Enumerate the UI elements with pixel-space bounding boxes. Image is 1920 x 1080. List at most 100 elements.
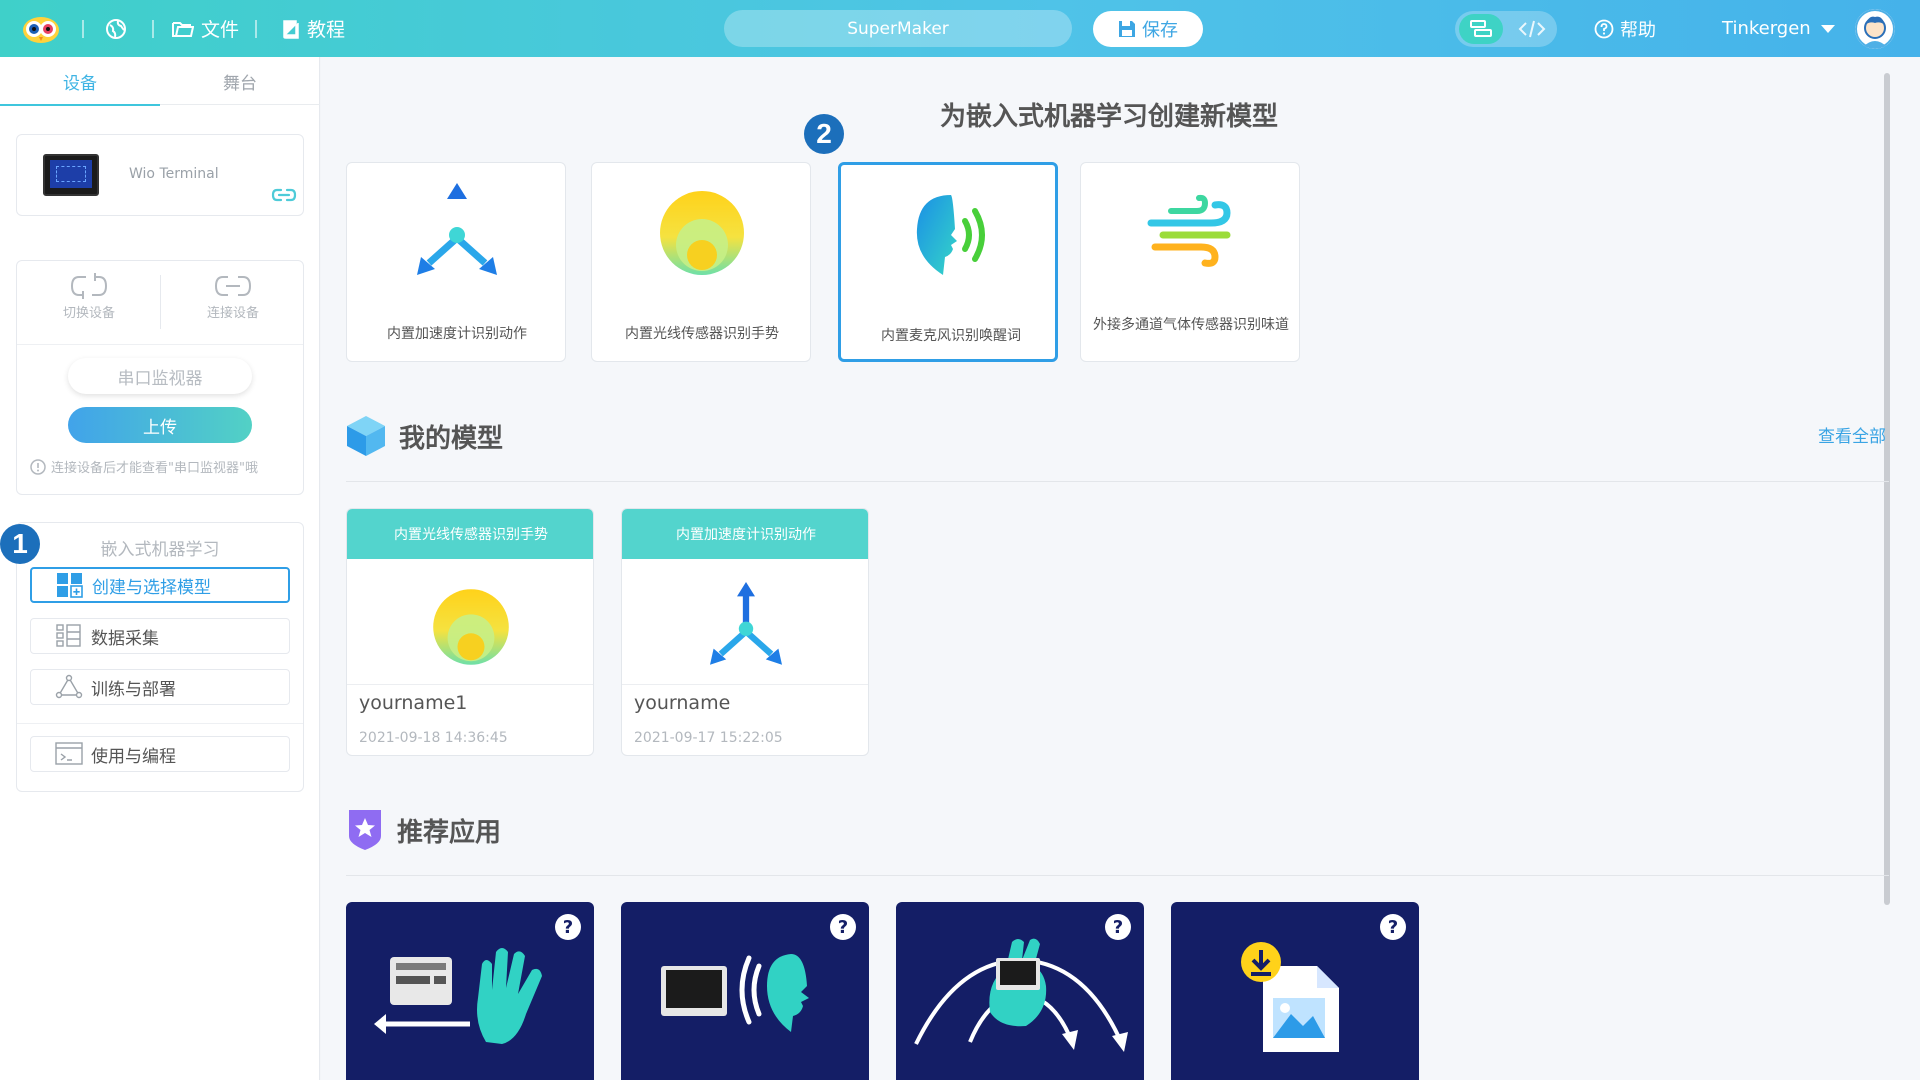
view-all-link[interactable]: 查看全部: [1818, 422, 1886, 447]
light-sensor-icon: [652, 183, 752, 283]
use-program-item[interactable]: 使用与编程: [30, 736, 290, 772]
serial-monitor-button[interactable]: 串口监视器: [68, 358, 252, 394]
star-badge-icon: [349, 810, 381, 850]
cube-icon: [347, 416, 385, 456]
top-bar: 文件 教程 SuperMaker 保存 帮助 Tinkergen: [0, 0, 1920, 57]
wio-terminal-image: [43, 154, 99, 196]
ops-hr: [17, 344, 303, 345]
template-label: 内置麦克风识别唤醒词: [881, 328, 1021, 344]
user-name-label: Tinkergen: [1722, 18, 1811, 39]
train-deploy-label: 训练与部署: [91, 679, 176, 700]
help-button[interactable]: 帮助: [1594, 0, 1656, 57]
code-mode-icon[interactable]: [1510, 14, 1554, 44]
section-divider: [346, 481, 1889, 482]
file-menu[interactable]: 文件: [172, 0, 239, 57]
project-name-field[interactable]: SuperMaker: [724, 10, 1072, 47]
model-name: yourname: [634, 692, 731, 714]
recommended-app-card[interactable]: ?: [1171, 902, 1419, 1080]
caret-down-icon: [1820, 24, 1835, 33]
tutorial-menu[interactable]: 教程: [282, 0, 345, 57]
model-name: yourname1: [359, 692, 468, 714]
topbar-divider: [152, 20, 154, 38]
switch-device-button[interactable]: 切换设备: [17, 273, 161, 333]
accelerometer-icon: [696, 577, 796, 677]
step-badge-2: 2: [804, 114, 844, 154]
template-card-light-sensor[interactable]: 内置光线传感器识别手势: [591, 162, 811, 362]
tab-device[interactable]: 设备: [0, 57, 160, 106]
model-card-divider: [622, 684, 868, 685]
left-panel: 设备 舞台 Wio Terminal 切换设备 连接设备 串口监视器 上传 连接…: [0, 57, 320, 1080]
model-card[interactable]: 内置光线传感器识别手势 yourname1 2021-09-18 14:36:4…: [346, 508, 594, 756]
help-question-icon[interactable]: ?: [1105, 914, 1131, 940]
avatar[interactable]: [1855, 9, 1895, 49]
section-divider: [346, 875, 1889, 876]
user-menu[interactable]: Tinkergen: [1722, 0, 1835, 57]
model-grid-icon: [57, 573, 83, 598]
template-card-microphone[interactable]: 内置麦克风识别唤醒词: [838, 162, 1058, 362]
template-label: 内置加速度计识别动作: [387, 326, 527, 342]
template-card-gas-sensor[interactable]: 外接多通道气体传感器识别味道: [1080, 162, 1300, 362]
connect-device-button[interactable]: 连接设备: [161, 273, 305, 333]
connect-device-label: 连接设备: [206, 306, 259, 321]
template-card-accelerometer[interactable]: 内置加速度计识别动作: [346, 162, 566, 362]
help-question-icon[interactable]: ?: [555, 914, 581, 940]
info-icon: [30, 458, 46, 475]
create-select-model-item[interactable]: 创建与选择模型: [30, 567, 290, 603]
blocks-mode-icon[interactable]: [1459, 14, 1503, 44]
book-icon: [283, 19, 299, 39]
file-menu-label: 文件: [201, 19, 240, 41]
model-card-header: 内置光线传感器识别手势: [347, 509, 593, 559]
folder-icon: [172, 21, 194, 37]
microphone-voice-icon: [901, 185, 1001, 285]
tutorial-menu-label: 教程: [307, 19, 346, 41]
vertical-scrollbar[interactable]: [1884, 73, 1890, 905]
create-select-model-label: 创建与选择模型: [92, 577, 211, 598]
embedded-ml-card: 嵌入式机器学习 创建与选择模型 数据采集 训练与部署 使用与编程: [16, 522, 304, 792]
left-panel-tabs: 设备 舞台: [0, 57, 320, 106]
save-button[interactable]: 保存: [1093, 11, 1203, 47]
help-question-icon[interactable]: ?: [1380, 914, 1406, 940]
recommended-app-card[interactable]: ?: [621, 902, 869, 1080]
gas-wind-icon: [1141, 183, 1241, 283]
recommended-app-card[interactable]: ?: [896, 902, 1144, 1080]
switch-device-label: 切换设备: [62, 306, 115, 321]
model-date: 2021-09-18 14:36:45: [359, 730, 508, 746]
owl-logo-icon[interactable]: [22, 0, 60, 57]
data-list-icon: [56, 624, 81, 647]
switch-icon: [70, 273, 108, 299]
save-label: 保存: [1142, 20, 1178, 41]
embedded-ml-title: 嵌入式机器学习: [100, 540, 220, 560]
topbar-divider: [255, 20, 257, 38]
device-operations-card: 切换设备 连接设备 串口监视器 上传 连接设备后才能查看"串口监视器"哦: [16, 260, 304, 495]
use-program-label: 使用与编程: [91, 746, 176, 767]
device-name: Wio Terminal: [129, 166, 219, 182]
recommended-header: 推荐应用: [345, 808, 501, 852]
train-deploy-item[interactable]: 训练与部署: [30, 669, 290, 705]
ml-divider: [17, 723, 303, 724]
recommended-title: 推荐应用: [397, 817, 502, 848]
tab-stage[interactable]: 舞台: [160, 57, 320, 105]
data-collection-label: 数据采集: [91, 628, 159, 649]
device-card[interactable]: Wio Terminal: [16, 134, 304, 216]
help-circle-icon: [1594, 19, 1614, 38]
recommended-app-card[interactable]: ?: [346, 902, 594, 1080]
upload-button[interactable]: 上传: [68, 407, 252, 443]
network-icon: [55, 674, 83, 699]
light-sensor-icon: [421, 577, 521, 677]
terminal-icon: [55, 742, 83, 765]
model-card[interactable]: 内置加速度计识别动作 yourname 2021-09-17 15:22:05: [621, 508, 869, 756]
model-card-divider: [347, 684, 593, 685]
user-avatar-icon: [1855, 9, 1895, 49]
step-badge-1: 1: [0, 524, 40, 564]
serial-hint-text: 连接设备后才能查看"串口监视器"哦: [51, 461, 258, 476]
my-models-title: 我的模型: [399, 423, 504, 454]
data-collection-item[interactable]: 数据采集: [30, 618, 290, 654]
help-question-icon[interactable]: ?: [830, 914, 856, 940]
connect-link-icon: [214, 276, 252, 296]
serial-hint: 连接设备后才能查看"串口监视器"哦: [30, 457, 258, 476]
topbar-divider: [82, 20, 84, 38]
link-icon[interactable]: [271, 187, 297, 207]
globe-icon[interactable]: [105, 0, 127, 57]
model-date: 2021-09-17 15:22:05: [634, 730, 783, 746]
template-label: 外接多通道气体传感器识别味道: [1093, 317, 1289, 333]
